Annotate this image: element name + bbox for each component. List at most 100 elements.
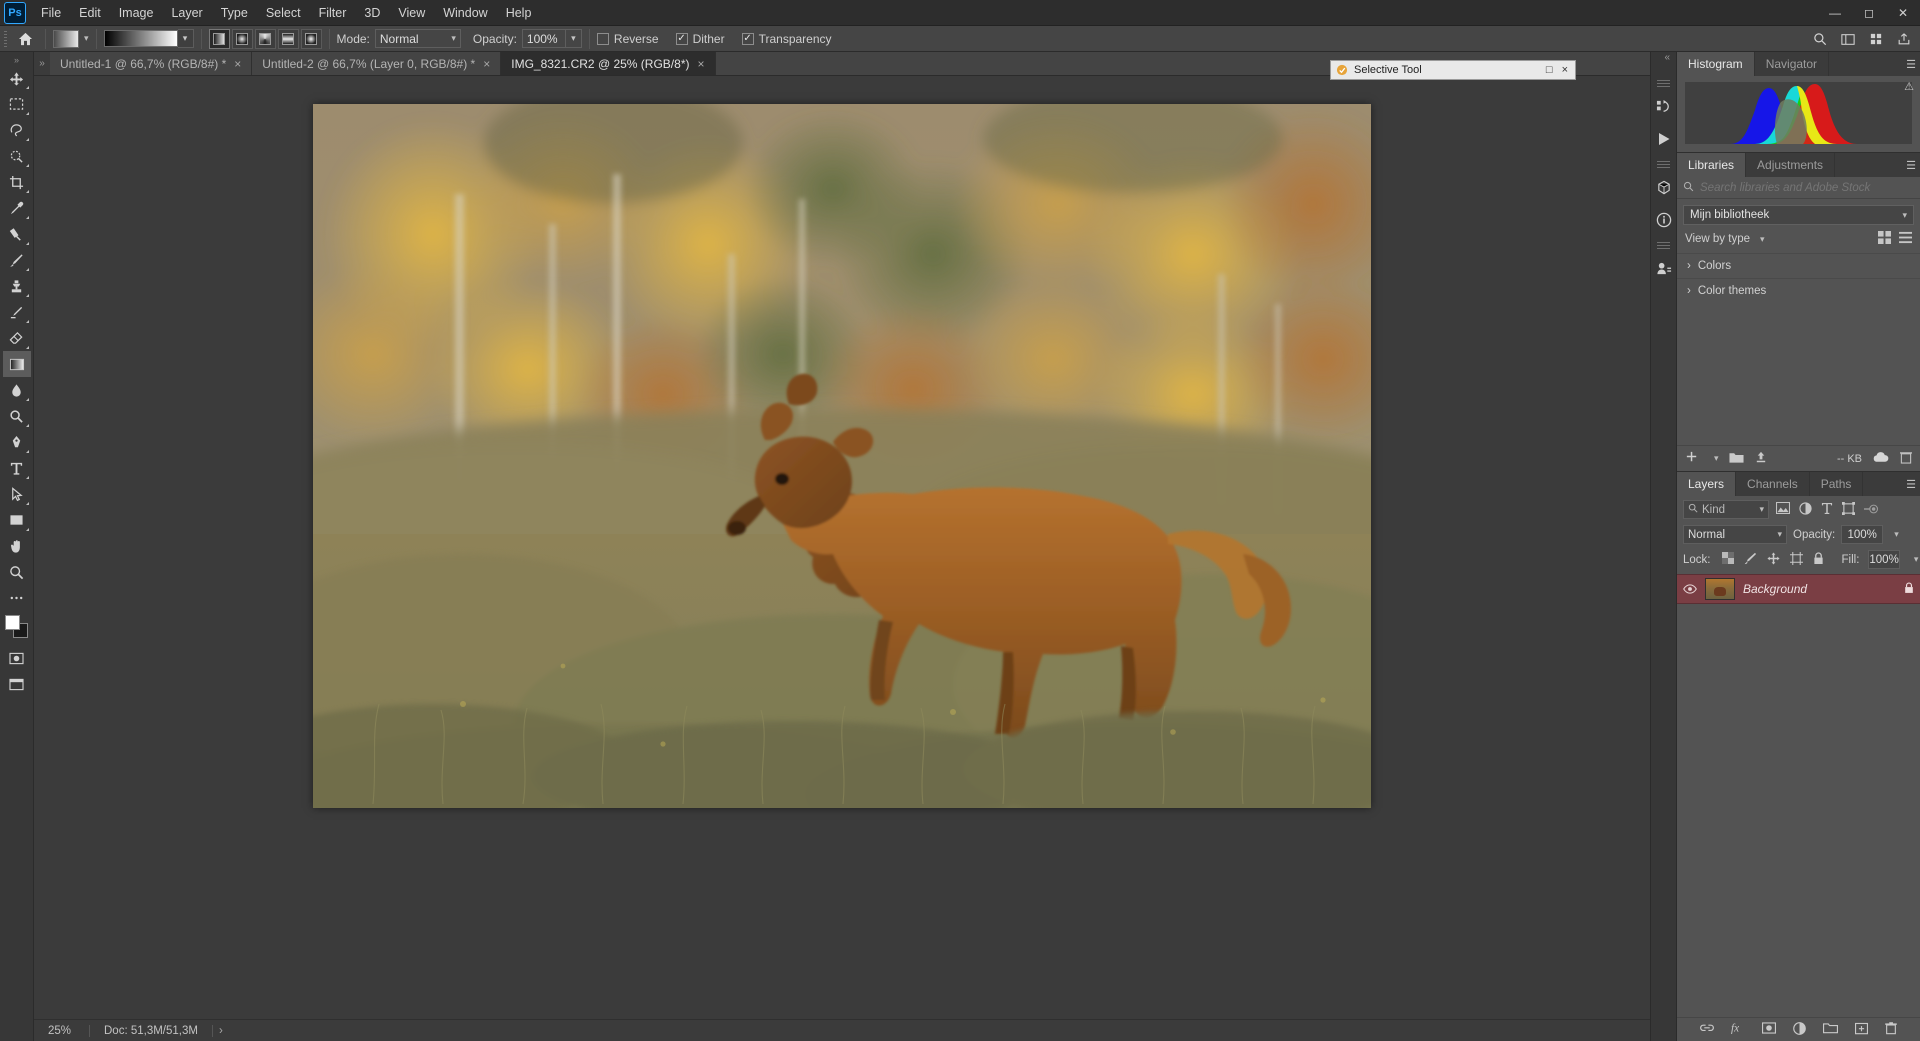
libraries-content-area[interactable] bbox=[1677, 303, 1920, 445]
eraser-tool[interactable] bbox=[3, 325, 31, 351]
gradient-preview-picker[interactable]: ▾ bbox=[104, 29, 194, 48]
tab-paths[interactable]: Paths bbox=[1810, 472, 1864, 496]
view-by-type-button[interactable]: View by type ▾ bbox=[1685, 233, 1765, 245]
zoom-level[interactable]: 25% bbox=[34, 1025, 90, 1037]
tab-channels[interactable]: Channels bbox=[1736, 472, 1810, 496]
quick-selection-tool[interactable] bbox=[3, 143, 31, 169]
move-tool[interactable] bbox=[3, 65, 31, 91]
horizontal-type-tool[interactable] bbox=[3, 455, 31, 481]
canvas-photo[interactable] bbox=[313, 104, 1371, 808]
foreground-background-colors[interactable] bbox=[4, 615, 30, 639]
trash-icon[interactable] bbox=[1900, 451, 1912, 467]
adjustment-layer-icon[interactable] bbox=[1793, 1022, 1806, 1038]
filter-toggle-icon[interactable] bbox=[1864, 503, 1878, 517]
workspace-icon[interactable] bbox=[1836, 28, 1860, 50]
play-icon[interactable] bbox=[1651, 126, 1677, 152]
options-bar-grip[interactable] bbox=[2, 29, 9, 49]
chevron-down-icon[interactable]: ▾ bbox=[566, 29, 582, 48]
diamond-gradient-icon[interactable] bbox=[301, 29, 322, 49]
rail-grip-3[interactable] bbox=[1657, 242, 1670, 251]
menu-item-view[interactable]: View bbox=[389, 2, 434, 24]
type-filter-icon[interactable] bbox=[1821, 502, 1833, 518]
layers-list-area[interactable] bbox=[1677, 604, 1920, 1017]
menu-item-image[interactable]: Image bbox=[110, 2, 163, 24]
minimize-icon[interactable]: — bbox=[1818, 0, 1852, 26]
panel-menu-icon[interactable]: ☰ bbox=[1906, 52, 1916, 76]
layer-mask-icon[interactable] bbox=[1762, 1022, 1776, 1037]
grid-view-icon[interactable] bbox=[1878, 231, 1891, 247]
menu-item-3d[interactable]: 3D bbox=[355, 2, 389, 24]
rail-grip-2[interactable] bbox=[1657, 161, 1670, 170]
arrange-documents-icon[interactable] bbox=[1864, 28, 1888, 50]
gradient-swatch-picker[interactable]: ▾ bbox=[53, 30, 89, 48]
share-icon[interactable] bbox=[1892, 28, 1916, 50]
layer-blend-mode-select[interactable]: Normal ▾ bbox=[1683, 525, 1787, 544]
document-info[interactable]: Doc: 51,3M/51,3M bbox=[90, 1025, 213, 1037]
dodge-tool[interactable] bbox=[3, 403, 31, 429]
new-layer-icon[interactable] bbox=[1855, 1022, 1868, 1038]
layer-opacity-value[interactable]: 100% bbox=[1841, 525, 1883, 544]
selective-tool-window[interactable]: Selective Tool □ × bbox=[1330, 60, 1576, 80]
reverse-checkbox[interactable]: Reverse bbox=[597, 32, 664, 46]
lock-all-icon[interactable] bbox=[1813, 552, 1824, 568]
folder-icon[interactable] bbox=[1729, 451, 1744, 467]
histogram-graph[interactable] bbox=[1685, 82, 1912, 144]
menu-item-window[interactable]: Window bbox=[434, 2, 496, 24]
path-selection-tool[interactable] bbox=[3, 481, 31, 507]
3d-icon[interactable] bbox=[1651, 175, 1677, 201]
menu-item-file[interactable]: File bbox=[32, 2, 70, 24]
gradient-tool[interactable] bbox=[3, 351, 31, 377]
history-icon[interactable] bbox=[1651, 94, 1677, 120]
layer-row-background[interactable]: Background bbox=[1677, 574, 1920, 604]
pixel-filter-icon[interactable] bbox=[1776, 502, 1790, 517]
close-icon[interactable]: × bbox=[483, 57, 490, 71]
dither-checkbox[interactable]: ✓ Dither bbox=[676, 32, 730, 46]
layer-kind-filter[interactable]: Kind ▾ bbox=[1683, 500, 1769, 519]
radial-gradient-icon[interactable] bbox=[232, 29, 253, 49]
expand-panels-icon[interactable]: » bbox=[34, 52, 50, 75]
lock-position-icon[interactable] bbox=[1767, 552, 1780, 568]
edit-toolbar-tool[interactable] bbox=[3, 585, 31, 611]
library-group-colors[interactable]: › Colors bbox=[1677, 253, 1920, 278]
layer-thumbnail[interactable] bbox=[1705, 578, 1735, 600]
rectangular-marquee-tool[interactable] bbox=[3, 91, 31, 117]
library-select[interactable]: Mijn bibliotheek ▾ bbox=[1683, 205, 1914, 225]
warning-icon[interactable]: ⚠ bbox=[1904, 80, 1914, 93]
menu-item-filter[interactable]: Filter bbox=[310, 2, 356, 24]
clone-stamp-tool[interactable] bbox=[3, 273, 31, 299]
foreground-color-swatch[interactable] bbox=[5, 615, 20, 630]
brush-tool[interactable] bbox=[3, 247, 31, 273]
lock-image-icon[interactable] bbox=[1744, 552, 1757, 568]
menu-item-layer[interactable]: Layer bbox=[162, 2, 211, 24]
document-tab-untitled-1[interactable]: Untitled-1 @ 66,7% (RGB/8#) * × bbox=[50, 52, 252, 75]
close-icon[interactable]: × bbox=[234, 57, 241, 71]
document-tab-img-8321[interactable]: IMG_8321.CR2 @ 25% (RGB/8*) × bbox=[501, 52, 715, 75]
linear-gradient-icon[interactable] bbox=[209, 29, 230, 49]
close-icon[interactable]: × bbox=[1562, 64, 1568, 76]
crop-tool[interactable] bbox=[3, 169, 31, 195]
rectangle-tool[interactable] bbox=[3, 507, 31, 533]
tab-layers[interactable]: Layers bbox=[1677, 472, 1736, 496]
panel-menu-icon[interactable]: ☰ bbox=[1906, 472, 1916, 496]
tab-adjustments[interactable]: Adjustments bbox=[1746, 153, 1835, 177]
opacity-control[interactable]: 100% ▾ bbox=[522, 29, 582, 48]
pen-tool[interactable] bbox=[3, 429, 31, 455]
tab-libraries[interactable]: Libraries bbox=[1677, 153, 1746, 177]
menu-item-select[interactable]: Select bbox=[257, 2, 310, 24]
cloud-icon[interactable] bbox=[1872, 451, 1890, 466]
hand-tool[interactable] bbox=[3, 533, 31, 559]
maximize-icon[interactable]: □ bbox=[1546, 64, 1553, 76]
lock-artboard-icon[interactable] bbox=[1790, 552, 1803, 568]
info-icon[interactable] bbox=[1651, 207, 1677, 233]
chevron-down-icon[interactable]: ▾ bbox=[1914, 554, 1919, 565]
chevron-down-icon[interactable]: ▾ bbox=[1894, 529, 1899, 540]
add-icon[interactable] bbox=[1685, 450, 1699, 467]
search-input[interactable] bbox=[1700, 182, 1914, 194]
blend-mode-select[interactable]: Normal ▾ bbox=[375, 29, 461, 48]
upload-icon[interactable] bbox=[1754, 450, 1768, 467]
tab-histogram[interactable]: Histogram bbox=[1677, 52, 1755, 76]
library-group-color-themes[interactable]: › Color themes bbox=[1677, 278, 1920, 303]
list-view-icon[interactable] bbox=[1899, 231, 1912, 247]
menu-item-help[interactable]: Help bbox=[497, 2, 541, 24]
reflected-gradient-icon[interactable] bbox=[278, 29, 299, 49]
